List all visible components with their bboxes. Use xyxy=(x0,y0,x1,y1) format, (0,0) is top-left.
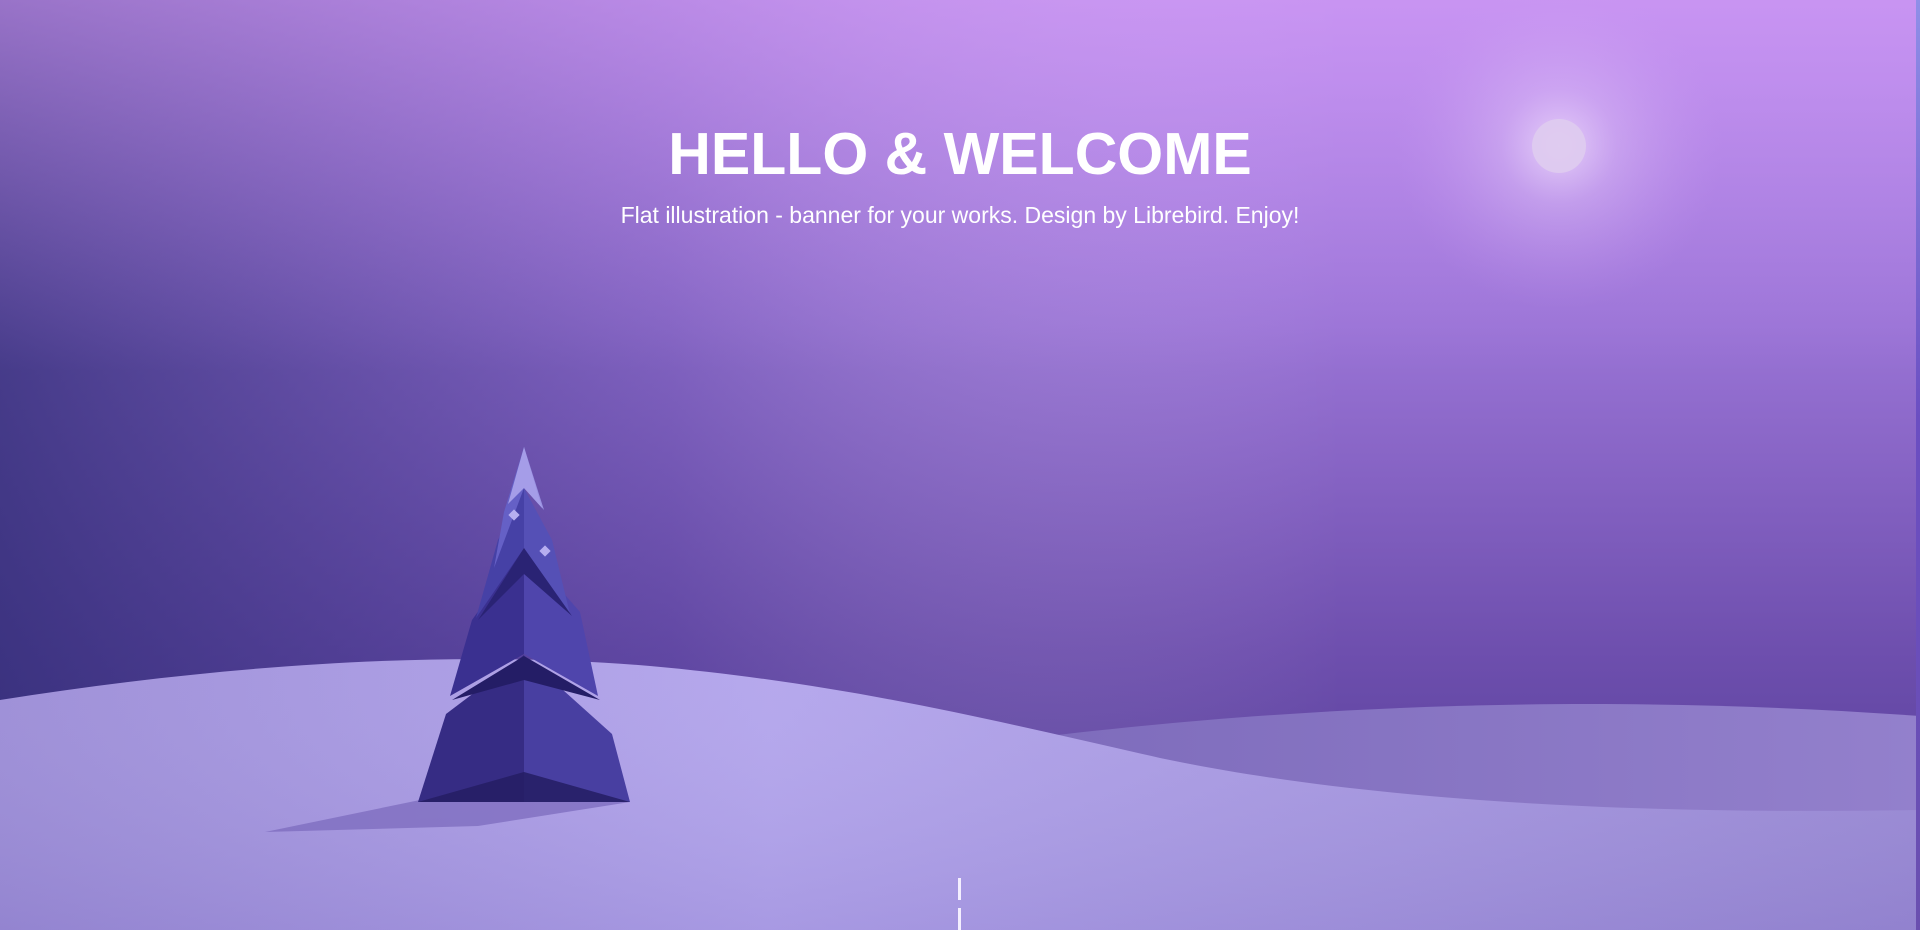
banner-subtitle: Flat illustration - banner for your work… xyxy=(620,202,1300,228)
banner-title: HELLO & WELCOME xyxy=(668,121,1252,187)
path-dash xyxy=(958,878,961,900)
path-dash xyxy=(958,908,961,930)
banner-text: HELLO & WELCOME Flat illustration - bann… xyxy=(0,118,1920,230)
